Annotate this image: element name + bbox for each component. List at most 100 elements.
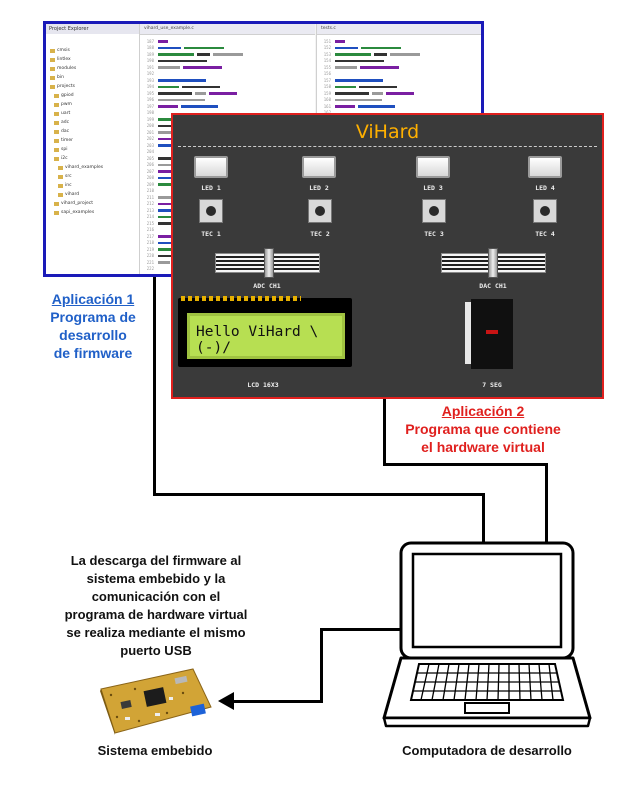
wire-ide-horizontal	[153, 493, 484, 496]
lcd-label: LCD 16X3	[247, 381, 279, 389]
tree-item[interactable]: sapi_examples	[50, 208, 136, 217]
app1-line: de firmware	[53, 345, 133, 361]
folder-icon	[58, 183, 63, 188]
folder-icon	[54, 102, 59, 107]
line-number: 195	[146, 90, 154, 96]
button-tec-1[interactable]	[199, 199, 223, 223]
folder-icon	[54, 210, 59, 215]
line-number: 218	[146, 240, 154, 246]
line-number: 214	[146, 214, 154, 220]
tree-item-label: adc	[61, 120, 70, 125]
folder-icon	[54, 156, 59, 161]
wire-usb-bottom	[230, 700, 322, 703]
led-3	[416, 156, 450, 178]
line-number: 152	[323, 45, 331, 51]
note-line: comunicación con el	[91, 589, 221, 604]
line-number: 191	[146, 64, 154, 70]
tree-item[interactable]: bin	[50, 73, 136, 82]
tree-item[interactable]: cmsis	[50, 46, 136, 55]
tree-item[interactable]: adc	[50, 118, 136, 127]
embedded-board-icon	[100, 668, 212, 735]
button-tec-3[interactable]	[422, 199, 446, 223]
line-number: 215	[146, 220, 154, 226]
dac-label: DAC CH1	[479, 282, 507, 290]
line-number: 205	[146, 155, 154, 161]
tree-item[interactable]: src	[50, 172, 136, 181]
folder-icon	[54, 201, 59, 206]
folder-icon	[54, 93, 59, 98]
led-4	[528, 156, 562, 178]
note-line: sistema embebido y la	[86, 571, 226, 586]
led-label: LED 3	[423, 184, 443, 192]
tree-item-label: gpiod	[61, 93, 74, 98]
tree-item[interactable]: spi	[50, 145, 136, 154]
adc-label: ADC CH1	[253, 282, 281, 290]
tree-item[interactable]: gpiod	[50, 91, 136, 100]
tree-item[interactable]: modules	[50, 64, 136, 73]
tree-item[interactable]: vihard_project	[50, 199, 136, 208]
button-tec-4[interactable]	[533, 199, 557, 223]
code-token	[361, 46, 401, 49]
app1-caption: Aplicación 1 Programa de desarrollo de f…	[18, 290, 168, 362]
led-label: LED 1	[201, 184, 221, 192]
editor-tab: vihard_use_example.c	[140, 24, 315, 35]
code-token	[182, 85, 220, 88]
tree-item[interactable]: dac	[50, 127, 136, 136]
tree-item-label: inc	[65, 183, 72, 188]
tree-item[interactable]: lintlex	[50, 55, 136, 64]
code-token	[372, 92, 383, 95]
folder-icon	[54, 120, 59, 125]
tree-item[interactable]: uart	[50, 109, 136, 118]
code-token	[158, 241, 171, 244]
arrow-head-icon	[218, 692, 234, 710]
folder-icon	[58, 192, 63, 197]
adc-slider-handle[interactable]	[264, 248, 274, 278]
code-token	[158, 222, 172, 225]
tree-item[interactable]: projects	[50, 82, 136, 91]
button-tec-2[interactable]	[308, 199, 332, 223]
line-number: 158	[323, 84, 331, 90]
line-number: 157	[323, 77, 331, 83]
code-token	[158, 85, 179, 88]
code-token	[195, 92, 206, 95]
tree-item[interactable]: timer	[50, 136, 136, 145]
line-number: 196	[146, 97, 154, 103]
tree-item-label: vihard	[65, 192, 80, 197]
line-number: 151	[323, 38, 331, 44]
code-token	[158, 40, 168, 43]
note-line: se realiza mediante el mismo	[66, 625, 246, 640]
line-number: 206	[146, 162, 154, 168]
wire-ide-to-laptop	[482, 493, 485, 545]
code-token	[360, 66, 399, 69]
code-token	[158, 59, 207, 62]
tree-item-label: vihard_project	[61, 201, 94, 206]
tree-item-label: i2c	[61, 156, 68, 161]
code-token	[184, 46, 224, 49]
code-token	[158, 261, 170, 264]
tree-item-label: cmsis	[57, 48, 70, 53]
tree-item-label: projects	[57, 84, 75, 89]
app2-caption: Aplicación 2 Programa que contiene el ha…	[388, 402, 578, 456]
tree-item[interactable]: pwm	[50, 100, 136, 109]
folder-icon	[54, 147, 59, 152]
wire-usb-vertical	[320, 628, 323, 703]
code-token	[335, 46, 358, 49]
tree-item[interactable]: vihard	[50, 190, 136, 199]
folder-icon	[58, 174, 63, 179]
app1-title: Aplicación 1	[51, 291, 135, 307]
tree-item-label: uart	[61, 111, 71, 116]
button-label: TEC 3	[424, 230, 444, 238]
code-token	[335, 40, 345, 43]
usb-note: La descarga del firmware al sistema embe…	[20, 552, 292, 660]
dac-slider-handle[interactable]	[488, 248, 498, 278]
line-number: 161	[323, 103, 331, 109]
tree-item[interactable]: inc	[50, 181, 136, 190]
line-number: 201	[146, 129, 154, 135]
tree-item-label: src	[65, 174, 72, 179]
line-number: 207	[146, 168, 154, 174]
tree-item[interactable]: vihard_examples	[50, 163, 136, 172]
folder-icon	[54, 138, 59, 143]
code-token	[335, 79, 383, 82]
tree-item[interactable]: i2c	[50, 154, 136, 163]
code-token	[335, 105, 355, 108]
